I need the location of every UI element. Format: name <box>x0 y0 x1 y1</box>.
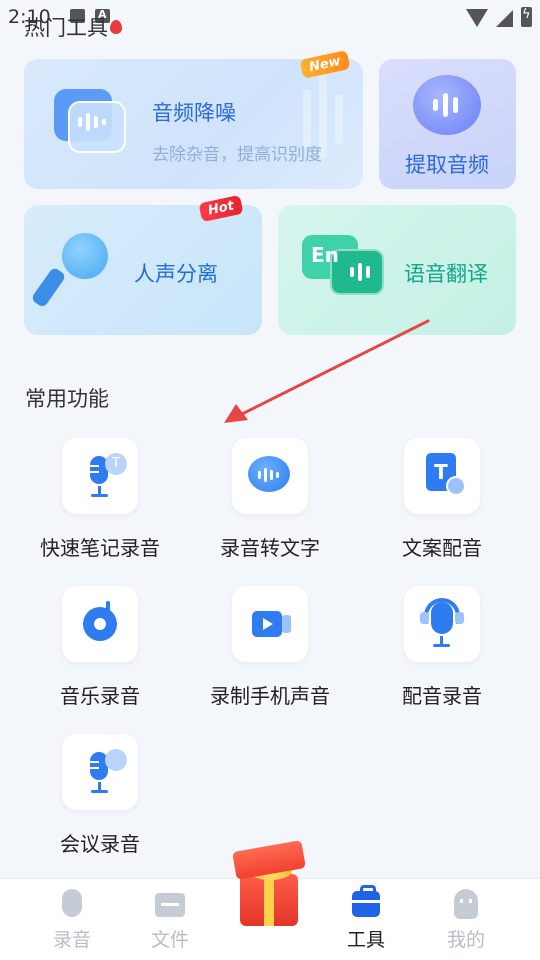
function-label: 录制手机声音 <box>210 684 330 708</box>
mic-icon <box>62 889 82 917</box>
nav-label: 我的 <box>446 929 485 951</box>
fire-icon <box>110 20 122 34</box>
document-audio-icon: T <box>404 438 480 514</box>
mic-text-icon: T <box>62 438 138 514</box>
function-label: 录音转文字 <box>220 536 320 560</box>
card-audio-denoise[interactable]: 音频降噪 去除杂音，提高识别度 <box>24 59 363 189</box>
function-label: 配音录音 <box>402 684 482 708</box>
common-functions-title: 常用功能 <box>25 387 109 411</box>
nav-item-files[interactable]: 文件 <box>116 879 224 960</box>
nav-label: 工具 <box>346 929 385 951</box>
profile-icon <box>454 889 478 919</box>
card-title: 提取音频 <box>405 153 489 177</box>
function-label: 会议录音 <box>60 832 140 856</box>
microphone-illustration-icon <box>30 233 110 313</box>
denoise-illustration-icon <box>54 89 126 155</box>
nav-item-record[interactable]: 录音 <box>18 879 126 960</box>
function-record-phone-audio[interactable]: 录制手机声音 <box>185 586 355 709</box>
nav-item-tools[interactable]: 工具 <box>312 879 420 960</box>
function-meeting-recording[interactable]: 会议录音 <box>15 734 185 857</box>
card-extract-audio[interactable]: 提取音频 <box>379 59 516 189</box>
translate-en-label: En <box>311 243 339 267</box>
video-record-icon <box>232 586 308 662</box>
folder-icon <box>155 893 185 917</box>
nav-label: 录音 <box>52 929 91 951</box>
extract-audio-illustration-icon <box>413 75 483 141</box>
headset-mic-icon <box>404 586 480 662</box>
function-label: 快速笔记录音 <box>40 536 160 560</box>
function-script-dubbing[interactable]: T 文案配音 <box>357 438 527 561</box>
card-subtitle: 去除杂音，提高识别度 <box>152 145 322 165</box>
nav-item-profile[interactable]: 我的 <box>412 879 520 960</box>
wifi-icon <box>466 9 488 27</box>
hot-tools-title: 热门工具 <box>24 12 122 42</box>
card-title: 人声分离 <box>134 262 218 286</box>
function-music-recording[interactable]: 音乐录音 <box>15 586 185 709</box>
card-title: 音频降噪 <box>152 101 236 125</box>
function-label: 文案配音 <box>402 536 482 560</box>
annotation-arrow-icon <box>224 319 430 423</box>
signal-icon <box>496 10 513 27</box>
card-title: 语音翻译 <box>404 262 488 286</box>
function-quick-note-recording[interactable]: T 快速笔记录音 <box>15 438 185 561</box>
function-label: 音乐录音 <box>60 684 140 708</box>
speech-bubble-icon <box>232 438 308 514</box>
gift-box-icon[interactable] <box>222 840 318 930</box>
nav-label: 文件 <box>150 929 189 951</box>
hot-tools-label: 热门工具 <box>24 16 108 40</box>
toolbox-icon <box>352 885 380 917</box>
battery-charging-icon <box>521 7 532 27</box>
function-dubbing-recording[interactable]: 配音录音 <box>357 586 527 709</box>
music-disc-icon <box>62 586 138 662</box>
mic-wave-icon <box>62 734 138 810</box>
function-speech-to-text[interactable]: 录音转文字 <box>185 438 355 561</box>
translate-illustration-icon: En <box>302 235 388 305</box>
